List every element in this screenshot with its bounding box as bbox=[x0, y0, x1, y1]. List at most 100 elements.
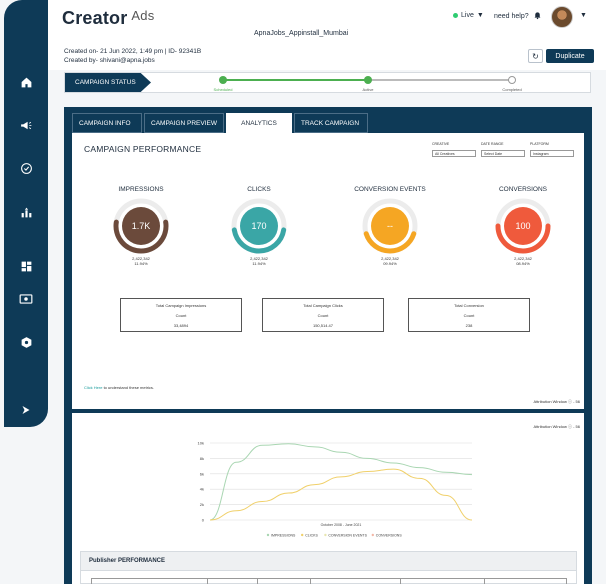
table-column-divider bbox=[484, 579, 485, 584]
legend-swatch bbox=[371, 533, 374, 537]
table-column-divider bbox=[310, 579, 311, 584]
campaign-status-bar: CAMPAIGN STATUS Scheduled Active Complet… bbox=[64, 72, 591, 93]
home-icon[interactable] bbox=[18, 74, 34, 90]
kpi-unit: Count bbox=[317, 313, 329, 318]
legend-label: CONVERSIONS bbox=[376, 534, 403, 538]
y-tick-label: 4k bbox=[200, 487, 204, 492]
table-column-divider bbox=[207, 579, 208, 584]
y-tick-label: 10k bbox=[198, 441, 204, 446]
refresh-icon: ↻ bbox=[532, 51, 539, 61]
live-status-dropdown[interactable]: Live ▼ bbox=[453, 12, 484, 19]
brand-suffix: Ads bbox=[131, 8, 155, 23]
date-range-select[interactable]: Select Date bbox=[481, 150, 525, 157]
kpi-total-clicks: Total Campaign Clicks Count 150,514.47 bbox=[262, 298, 384, 332]
conversion-events-percent: 09.94% bbox=[383, 261, 397, 267]
campaign-name: ApnaJobs_Appinstall_Mumbai bbox=[254, 30, 349, 37]
platform-filter-select[interactable]: Instagram bbox=[530, 150, 574, 157]
legend-swatch bbox=[266, 533, 270, 537]
settings-hex-icon[interactable] bbox=[18, 334, 34, 350]
tab-campaign-info[interactable]: CAMPAIGN INFO bbox=[72, 113, 142, 133]
status-step-dot bbox=[508, 76, 516, 84]
y-tick-label: 2k bbox=[200, 502, 204, 507]
kpi-unit: Count bbox=[175, 313, 187, 318]
cash-icon[interactable] bbox=[18, 291, 34, 307]
performance-line-chart: 0 2k 4k 6k 8k 10k October 2008 - June 2021 IMPR… bbox=[198, 441, 473, 538]
tab-bar: CAMPAIGN INFO CAMPAIGN PREVIEW ANALYTICS… bbox=[72, 113, 368, 133]
legend-swatch bbox=[324, 533, 327, 537]
expand-arrow-icon[interactable] bbox=[18, 402, 34, 418]
dashboard-icon[interactable] bbox=[18, 258, 34, 274]
kpi-unit: Count bbox=[463, 313, 475, 318]
analytics-panel: CAMPAIGN INFO CAMPAIGN PREVIEW ANALYTICS… bbox=[64, 107, 592, 584]
status-step-label: Scheduled bbox=[213, 87, 233, 92]
impressions-title: IMPRESSIONS bbox=[118, 186, 164, 193]
conversions-sub: 2,422,342 08.94% bbox=[514, 256, 532, 266]
kpi-title: Total Campaign Impressions bbox=[155, 303, 207, 308]
impressions-value: 1.7K bbox=[132, 221, 151, 231]
chevron-down-icon[interactable]: ▼ bbox=[580, 12, 587, 19]
status-step-label: Active bbox=[362, 87, 374, 92]
y-tick-label: 6k bbox=[200, 471, 204, 476]
chevron-down-icon: ▼ bbox=[476, 12, 484, 19]
performance-title: CAMPAIGN PERFORMANCE bbox=[84, 144, 202, 154]
creative-filter-label: CREATIVE bbox=[432, 142, 450, 146]
need-help-link[interactable]: need help? bbox=[494, 13, 529, 20]
legend-item[interactable]: CONVERSION EVENTS bbox=[324, 533, 368, 538]
tab-track-campaign[interactable]: TRACK CAMPAIGN bbox=[294, 113, 368, 133]
y-tick-label: 8k bbox=[200, 456, 204, 461]
refresh-button[interactable]: ↻ bbox=[528, 49, 543, 63]
conversions-gauge: 100 bbox=[495, 198, 551, 254]
click-here-link[interactable]: Click Here bbox=[84, 385, 102, 390]
legend-item[interactable]: IMPRESSIONS bbox=[266, 533, 296, 538]
bell-icon[interactable] bbox=[533, 10, 542, 23]
impressions-percent: 11.94% bbox=[134, 261, 148, 267]
clicks-percent: 11.94% bbox=[252, 261, 266, 267]
kpi-value: 150,514.47 bbox=[312, 323, 334, 328]
live-dot-icon bbox=[453, 13, 458, 18]
campaign-performance-card: CAMPAIGN PERFORMANCE CREATIVE All Creati… bbox=[72, 133, 584, 409]
attribution-window-text: Attribution Window ⓘ - 56 bbox=[533, 399, 580, 404]
legend-item[interactable]: CONVERSIONS bbox=[371, 533, 403, 538]
status-progress-pending bbox=[368, 79, 513, 81]
legend-item[interactable]: CLICKS bbox=[301, 534, 319, 538]
metrics-help-rest: to understand these metrics. bbox=[102, 385, 155, 390]
legend-label: CLICKS bbox=[305, 534, 318, 538]
avatar[interactable] bbox=[551, 6, 573, 28]
bar-chart-icon[interactable] bbox=[18, 204, 34, 220]
metrics-help-text: Click Here to understand these metrics. bbox=[84, 385, 154, 390]
conversions-title: CONVERSIONS bbox=[498, 186, 548, 193]
impressions-gauge: 1.7K bbox=[113, 198, 169, 254]
duplicate-button[interactable]: Duplicate bbox=[546, 49, 594, 63]
conversion-events-sub: 2,422,342 09.94% bbox=[381, 256, 399, 266]
series-line-impressions bbox=[209, 443, 473, 521]
platform-filter-label: PLATFORM bbox=[530, 142, 549, 146]
clicks-gauge: 170 bbox=[231, 198, 287, 254]
conversions-value: 100 bbox=[515, 221, 530, 231]
tab-analytics[interactable]: ANALYTICS bbox=[226, 113, 292, 133]
conversion-events-value: -- bbox=[387, 221, 393, 231]
tab-campaign-preview[interactable]: CAMPAIGN PREVIEW bbox=[144, 113, 224, 133]
live-label: Live bbox=[461, 12, 474, 19]
series-line-clicks bbox=[209, 468, 473, 521]
y-tick-label: 0 bbox=[202, 518, 205, 523]
conversion-events-gauge: -- bbox=[362, 198, 418, 254]
check-circle-icon[interactable] bbox=[18, 160, 34, 176]
app-root: Creator Ads ApnaJobs_Appinstall_Mumbai Li… bbox=[0, 0, 606, 584]
kpi-title: Total Conversion bbox=[454, 303, 484, 308]
status-step-dot bbox=[219, 76, 227, 84]
impressions-sub: 2,422,342 11.94% bbox=[132, 256, 150, 266]
status-step-label: Completed bbox=[502, 87, 522, 92]
publisher-performance-title: Publisher PERFORMANCE bbox=[89, 558, 166, 564]
conversion-events-title: CONVERSION EVENTS bbox=[354, 186, 426, 193]
table-column-divider bbox=[257, 579, 258, 584]
campaign-status-label: CAMPAIGN STATUS bbox=[65, 73, 151, 92]
megaphone-icon[interactable] bbox=[18, 117, 34, 133]
legend-label: CONVERSION EVENTS bbox=[328, 534, 367, 538]
status-step-dot bbox=[364, 76, 372, 84]
creative-filter-select[interactable]: All Creatives bbox=[432, 150, 476, 157]
clicks-sub: 2,422,342 11.94% bbox=[250, 256, 268, 266]
header: Creator Ads ApnaJobs_Appinstall_Mumbai Li… bbox=[48, 0, 606, 70]
publisher-performance-card: Publisher PERFORMANCE bbox=[80, 551, 577, 584]
x-axis-label: October 2008 - June 2021 bbox=[321, 523, 362, 527]
kpi-title: Total Campaign Clicks bbox=[303, 303, 343, 308]
